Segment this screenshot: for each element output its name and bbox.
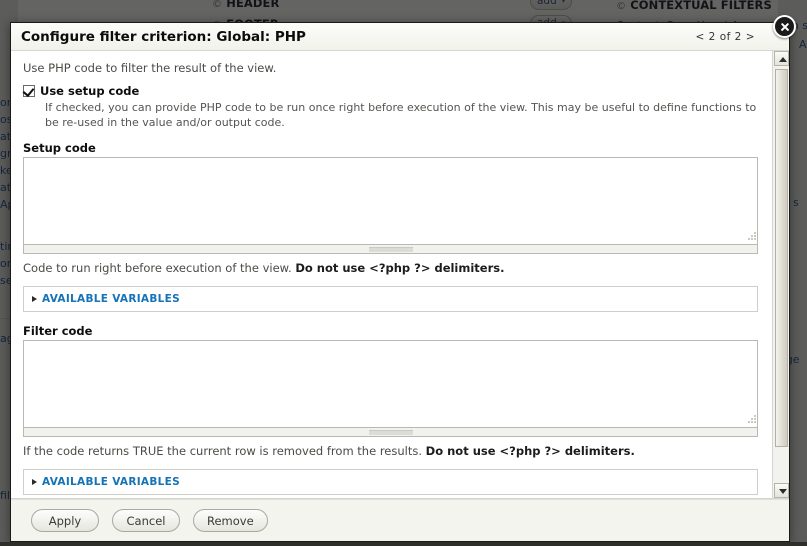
available-variables-setup-legend[interactable]: AVAILABLE VARIABLES [32, 293, 180, 305]
setup-code-help-emphasis: Do not use <?php ?> delimiters. [295, 261, 504, 275]
pager-next-button[interactable]: > [746, 31, 755, 43]
modal-body: Use PHP code to filter the result of the… [11, 51, 789, 499]
pager-prev-button[interactable]: < [696, 31, 705, 43]
filter-code-field-wrap [23, 340, 760, 428]
use-setup-code-checkbox[interactable] [23, 85, 35, 97]
modal-titlebar: Configure filter criterion: Global: PHP … [11, 23, 789, 51]
scrollbar-thumb[interactable] [775, 69, 788, 447]
window-bottom-strip [0, 542, 807, 546]
configure-filter-modal: Configure filter criterion: Global: PHP … [10, 22, 790, 542]
available-variables-setup-fieldset[interactable]: AVAILABLE VARIABLES [23, 286, 758, 312]
close-icon[interactable] [773, 15, 796, 38]
use-setup-code-description: If checked, you can provide PHP code to … [45, 100, 760, 131]
filter-code-help-emphasis: Do not use <?php ?> delimiters. [426, 444, 635, 458]
available-variables-filter-label: AVAILABLE VARIABLES [42, 476, 180, 488]
remove-button[interactable]: Remove [193, 509, 268, 532]
scroll-up-button[interactable] [774, 51, 789, 66]
pager-label: 2 of 2 [709, 31, 742, 43]
form-description: Use PHP code to filter the result of the… [23, 61, 760, 75]
setup-code-resize-handle[interactable] [23, 245, 758, 254]
chevron-right-icon [32, 296, 37, 302]
setup-code-help: Code to run right before execution of th… [23, 261, 760, 275]
modal-scrollbar[interactable] [772, 51, 789, 498]
setup-code-input[interactable] [23, 157, 758, 245]
triangle-down-icon [779, 489, 787, 494]
available-variables-filter-legend[interactable]: AVAILABLE VARIABLES [32, 476, 180, 488]
modal-scroll-region: Use PHP code to filter the result of the… [11, 51, 772, 498]
setup-code-label: Setup code [23, 141, 760, 155]
chevron-right-icon [32, 479, 37, 485]
use-setup-code-row[interactable]: Use setup code [23, 84, 760, 98]
use-setup-code-label[interactable]: Use setup code [40, 84, 139, 98]
filter-code-input[interactable] [23, 340, 758, 428]
filter-code-help: If the code returns TRUE the current row… [23, 444, 760, 458]
scroll-down-button[interactable] [774, 483, 789, 498]
available-variables-filter-fieldset[interactable]: AVAILABLE VARIABLES [23, 469, 758, 495]
setup-code-help-text: Code to run right before execution of th… [23, 261, 295, 275]
modal-pager: < 2 of 2 > [696, 31, 755, 43]
cancel-button[interactable]: Cancel [112, 509, 180, 532]
setup-code-field-wrap [23, 157, 760, 245]
apply-button[interactable]: Apply [31, 509, 99, 532]
filter-code-label: Filter code [23, 324, 760, 338]
filter-code-resize-handle[interactable] [23, 428, 758, 437]
modal-footer: Apply Cancel Remove [11, 499, 789, 541]
available-variables-setup-label: AVAILABLE VARIABLES [42, 293, 180, 305]
page-title: Configure filter criterion: Global: PHP [21, 29, 306, 45]
triangle-up-icon [779, 57, 787, 62]
filter-code-help-text: If the code returns TRUE the current row… [23, 444, 426, 458]
